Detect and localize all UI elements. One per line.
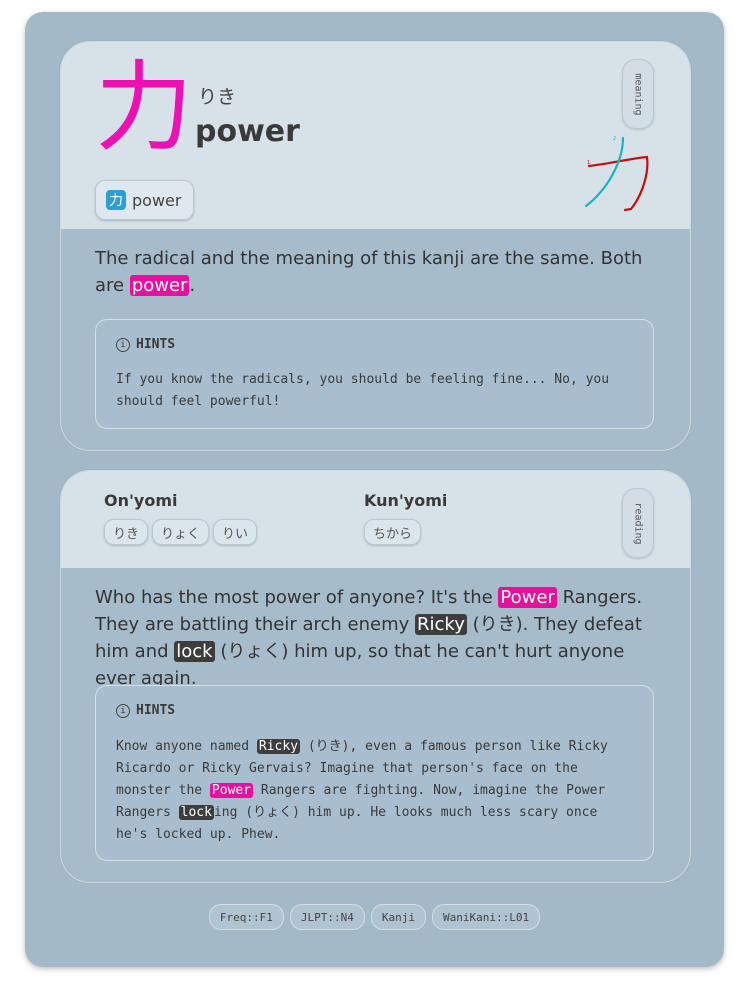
reading-highlight: lock [174,641,215,662]
meaning-mnemonic: The radical and the meaning of this kanj… [95,248,643,296]
radical-chip[interactable]: 力 power [95,180,195,220]
reading-tab[interactable]: reading [622,488,654,558]
onyomi-chip[interactable]: りょく [152,519,210,545]
tag[interactable]: Freq::F1 [208,904,284,930]
kanji-meaning: power [195,114,300,149]
hints-text: Know anyone named Ricky (りき), even a fam… [116,739,608,842]
kanji-highlight: Power [498,587,557,608]
kanji-highlight: power [129,275,190,296]
onyomi-label: On'yomi [104,491,178,510]
kunyomi-chips: ちから [364,519,422,545]
stroke-number-2: 2 [613,136,616,142]
kanji-character: 力 [95,51,194,165]
tag-list: Freq::F1 JLPT::N4 Kanji WaniKani::L01 [0,904,749,930]
meaning-tab[interactable]: meaning [622,59,654,129]
hints-text: If you know the radicals, you should be … [116,372,610,409]
kunyomi-chip[interactable]: ちから [364,519,422,545]
radical-name: power [132,190,182,210]
reading-header: On'yomi りき りょく りい Kun'yomi ちから reading [61,471,690,568]
stroke-order-diagram: 1 2 [584,136,649,212]
radical-icon: 力 [106,190,126,210]
hints-title: i HINTS [116,337,175,352]
tag[interactable]: WaniKani::L01 [432,904,541,930]
meaning-header: 力 りき power 力 power meaning 1 2 [61,42,690,229]
kanji-reading: りき [198,86,237,108]
onyomi-chip[interactable]: りい [213,519,258,545]
reading-card: On'yomi りき りょく りい Kun'yomi ちから reading W… [60,470,691,883]
stroke-2 [584,136,625,208]
kunyomi-label: Kun'yomi [364,491,448,510]
reading-hints: i HINTS Know anyone named Ricky (りき), eve… [95,685,654,861]
tag[interactable]: JLPT::N4 [289,904,365,930]
meaning-card: 力 りき power 力 power meaning 1 2 The radic… [60,41,691,451]
tag[interactable]: Kanji [370,904,426,930]
kanji-highlight: Power [209,783,254,798]
onyomi-chips: りき りょく りい [104,519,258,545]
reading-highlight: Ricky [256,739,301,754]
stroke-number-1: 1 [587,160,590,166]
onyomi-chip[interactable]: りき [104,519,149,545]
info-icon: i [116,337,130,352]
info-icon: i [116,703,130,718]
meaning-hints: i HINTS If you know the radicals, you sho… [95,319,654,429]
reading-highlight: Ricky [415,614,467,635]
reading-highlight: lock [178,805,214,820]
hints-title: i HINTS [116,703,175,718]
reading-mnemonic: Who has the most power of anyone? It's t… [95,587,643,689]
